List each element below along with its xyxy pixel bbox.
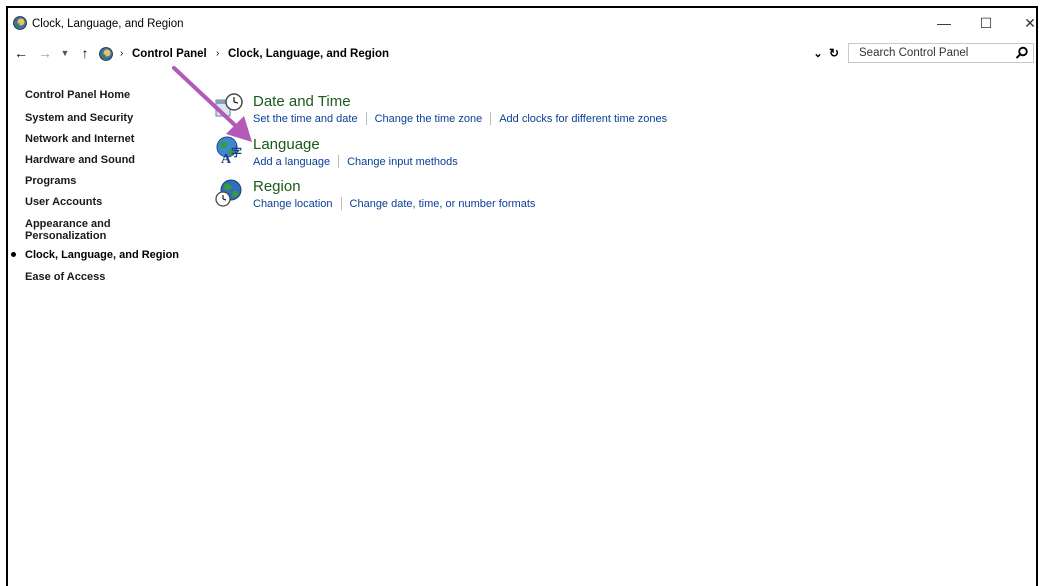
sidebar-item-ease-of-access[interactable]: Ease of Access <box>25 271 105 283</box>
refresh-icon[interactable]: ↻ <box>826 44 842 62</box>
breadcrumb-separator[interactable]: › <box>216 48 219 59</box>
sidebar-item-appearance-and-personalization-line2[interactable]: Personalization <box>25 230 106 242</box>
sidebar-item-system-and-security[interactable]: System and Security <box>25 112 133 124</box>
sidebar-item-appearance-and-personalization[interactable]: Appearance and <box>25 218 111 230</box>
svg-text:字: 字 <box>231 145 242 159</box>
sidebar-item-network-and-internet[interactable]: Network and Internet <box>25 133 134 145</box>
sidebar-item-programs[interactable]: Programs <box>25 175 76 187</box>
category-date-and-time[interactable]: Date and Time <box>253 93 351 110</box>
sidebar-item-user-accounts[interactable]: User Accounts <box>25 196 102 208</box>
date-and-time-links: Set the time and date Change the time zo… <box>253 112 667 125</box>
recent-locations-chevron-icon[interactable]: ▼ <box>58 43 72 63</box>
address-bar: ← → ▼ ↑ › Control Panel › Clock, Languag… <box>8 40 1036 66</box>
category-region[interactable]: Region <box>253 178 301 195</box>
sidebar-item-clock-language-region[interactable]: Clock, Language, and Region <box>25 249 179 261</box>
link-divider <box>490 112 492 125</box>
close-button[interactable]: ✕ <box>1012 12 1044 34</box>
current-item-bullet <box>11 252 16 257</box>
control-panel-icon <box>99 47 113 61</box>
sidebar-item-hardware-and-sound[interactable]: Hardware and Sound <box>25 154 135 166</box>
region-links: Change location Change date, time, or nu… <box>253 197 535 210</box>
maximize-button[interactable]: ☐ <box>968 12 1004 34</box>
category-language[interactable]: Language <box>253 136 320 153</box>
link-change-date-time-number-formats[interactable]: Change date, time, or number formats <box>350 198 536 210</box>
link-set-time-and-date[interactable]: Set the time and date <box>253 113 358 125</box>
breadcrumb-clock-language-region[interactable]: Clock, Language, and Region <box>228 48 389 60</box>
up-arrow-icon[interactable]: ↑ <box>76 43 94 63</box>
window-title: Clock, Language, and Region <box>32 18 184 30</box>
minimize-button[interactable]: — <box>926 12 962 34</box>
breadcrumb-separator[interactable]: › <box>120 48 123 59</box>
language-links: Add a language Change input methods <box>253 155 458 168</box>
link-change-location[interactable]: Change location <box>253 198 333 210</box>
forward-arrow-icon[interactable]: → <box>36 43 54 63</box>
title-bar: Clock, Language, and Region — ☐ ✕ <box>8 8 1036 40</box>
back-arrow-icon[interactable]: ← <box>12 43 30 63</box>
search-icon[interactable] <box>1015 46 1029 60</box>
link-divider <box>338 155 340 168</box>
breadcrumb-control-panel[interactable]: Control Panel <box>132 48 207 60</box>
link-change-time-zone[interactable]: Change the time zone <box>375 113 483 125</box>
link-add-a-language[interactable]: Add a language <box>253 156 330 168</box>
address-dropdown-chevron-icon[interactable]: ⌄ <box>810 44 826 62</box>
link-change-input-methods[interactable]: Change input methods <box>347 156 458 168</box>
control-panel-window: Clock, Language, and Region — ☐ ✕ ← → ▼ … <box>6 6 1038 586</box>
link-divider <box>340 197 342 210</box>
search-input[interactable]: Search Control Panel <box>848 43 1034 63</box>
control-panel-icon <box>13 16 27 30</box>
search-placeholder: Search Control Panel <box>859 47 969 59</box>
link-add-clocks[interactable]: Add clocks for different time zones <box>499 113 667 125</box>
globe-clock-icon <box>215 179 242 207</box>
annotation-arrow <box>172 66 252 142</box>
link-divider <box>365 112 367 125</box>
sidebar-item-control-panel-home[interactable]: Control Panel Home <box>25 89 130 101</box>
